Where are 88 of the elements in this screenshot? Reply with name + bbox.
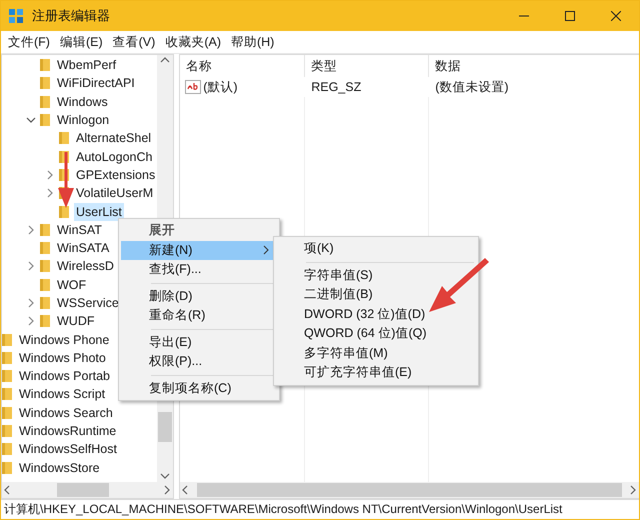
- scrollbar-thumb[interactable]: [158, 412, 172, 442]
- folder-icon: [39, 278, 51, 292]
- tree-item[interactable]: WSService: [55, 294, 121, 312]
- tree-item[interactable]: AlternateShel: [74, 129, 154, 148]
- menu-item[interactable]: 删除(D): [121, 286, 277, 306]
- tree-item[interactable]: UserList: [74, 202, 124, 221]
- menu-item[interactable]: 查看(V): [108, 32, 160, 52]
- tree-item[interactable]: Windows: [55, 92, 110, 111]
- expander-icon[interactable]: [26, 224, 36, 235]
- tree-item[interactable]: WirelessD: [55, 257, 116, 276]
- menu-item[interactable]: 多字符串值(M): [276, 344, 476, 363]
- tree-item[interactable]: VolatileUserM: [74, 184, 156, 202]
- window-title: 注册表编辑器: [32, 7, 111, 25]
- tree-item[interactable]: WUDF: [55, 312, 96, 330]
- folder-icon: [58, 131, 70, 146]
- tree-item[interactable]: Windows Search: [17, 404, 115, 422]
- tree-item[interactable]: WindowsRuntime: [17, 422, 118, 440]
- tree-item[interactable]: WinSATA: [55, 239, 112, 258]
- menu-item[interactable]: 导出(E): [121, 332, 277, 352]
- tree-item[interactable]: Windows Phone: [17, 330, 112, 349]
- menu-item[interactable]: 项(K): [276, 239, 476, 258]
- expander-icon[interactable]: [26, 298, 36, 308]
- expander-icon[interactable]: [26, 316, 36, 326]
- menu-item[interactable]: DWORD (32 位)值(D): [276, 304, 476, 324]
- status-path: 计算机\HKEY_LOCAL_MACHINE\SOFTWARE\Microsoft\Windows NT\CurrentVersion\Winlogon\UserList: [4, 501, 562, 518]
- tree-item[interactable]: Winlogon: [55, 111, 112, 130]
- folder-icon: [2, 424, 13, 438]
- folder-icon: [2, 350, 13, 365]
- folder-icon: [39, 113, 51, 128]
- menu-item[interactable]: 编辑(E): [54, 32, 108, 52]
- tree-item[interactable]: WiFiDirectAPI: [55, 74, 137, 92]
- horizontal-scrollbar[interactable]: [180, 482, 639, 498]
- menu-item[interactable]: 复制项名称(C): [121, 378, 277, 398]
- column-header[interactable]: 数据: [429, 55, 639, 77]
- menu-item[interactable]: QWORD (64 位)值(Q): [276, 324, 476, 344]
- folder-icon: [39, 241, 51, 256]
- menu-item[interactable]: 重命名(R): [121, 306, 277, 326]
- menu-item[interactable]: 展开: [121, 221, 277, 240]
- tree-item[interactable]: WOF: [55, 276, 88, 294]
- table-cell-text: REG_SZ: [310, 80, 362, 94]
- folder-icon: [2, 369, 13, 384]
- arrow-icon: [58, 152, 74, 208]
- folder-icon: [39, 222, 51, 237]
- column-header[interactable]: 类型: [305, 55, 430, 77]
- menu-item[interactable]: 收藏夹(A): [160, 32, 226, 52]
- table-cell-text: (数值未设置): [434, 78, 510, 96]
- expander-icon[interactable]: [26, 261, 36, 272]
- tree-item[interactable]: Windows Script: [17, 385, 108, 404]
- menu-item[interactable]: 帮助(H): [226, 32, 280, 52]
- column-header[interactable]: 名称: [180, 55, 306, 77]
- table-cell: (默认): [180, 78, 306, 96]
- menu-item[interactable]: 文件(F): [3, 32, 55, 52]
- folder-icon: [39, 314, 51, 328]
- menu-item[interactable]: 字符串值(S): [276, 266, 476, 285]
- folder-icon: [2, 332, 13, 347]
- string-value-icon: [185, 80, 202, 94]
- tree-item[interactable]: WindowsSelfHost: [17, 440, 119, 458]
- arrow-icon: [429, 258, 489, 314]
- folder-icon: [39, 58, 51, 72]
- folder-icon: [39, 94, 51, 109]
- expander-icon[interactable]: [45, 170, 55, 180]
- tree-item[interactable]: Windows Portab: [17, 367, 112, 386]
- menu-item[interactable]: 二进制值(B): [276, 285, 476, 304]
- tree-item[interactable]: WinSAT: [55, 220, 104, 239]
- folder-icon: [39, 296, 51, 310]
- folder-icon: [2, 442, 13, 456]
- app-icon: [8, 8, 24, 24]
- folder-icon: [39, 76, 51, 90]
- menu-item[interactable]: 可扩充字符串值(E): [276, 363, 476, 382]
- folder-icon: [39, 259, 51, 274]
- scrollbar-thumb[interactable]: [197, 483, 622, 497]
- expander-icon[interactable]: [45, 188, 55, 198]
- folder-icon: [2, 460, 13, 475]
- folder-icon: [2, 387, 13, 402]
- tree-item[interactable]: Windows Photo: [17, 348, 108, 367]
- folder-icon: [58, 204, 70, 219]
- horizontal-scrollbar[interactable]: [2, 482, 174, 498]
- menu-item[interactable]: 权限(P)...: [121, 352, 277, 372]
- tree-item[interactable]: WbemPerf: [55, 56, 118, 74]
- folder-icon: [2, 406, 13, 420]
- menu-item[interactable]: 查找(F)...: [121, 260, 277, 280]
- tree-item[interactable]: GPExtensions: [74, 166, 158, 184]
- maximize-icon: [565, 11, 575, 21]
- tree-item[interactable]: AutoLogonCh: [74, 148, 154, 166]
- expander-icon[interactable]: [26, 115, 36, 126]
- close-icon: [611, 11, 621, 21]
- scrollbar-thumb[interactable]: [57, 483, 109, 497]
- tree-item[interactable]: WindowsStore: [17, 458, 102, 477]
